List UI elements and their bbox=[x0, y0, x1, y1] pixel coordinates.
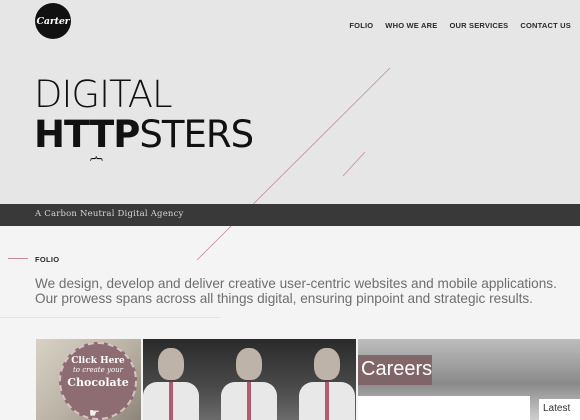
careers-label-box: Careers bbox=[358, 355, 432, 385]
hero-headline: DIGITAL HTTPSTERS bbox=[34, 73, 254, 156]
chocolate-tile[interactable]: Click Here to create your Chocolate ☛ bbox=[36, 339, 141, 420]
curly-brace-icon: { bbox=[88, 154, 104, 163]
headline-light-part: STERS bbox=[139, 113, 254, 156]
headline-line2: HTTPSTERS bbox=[34, 113, 254, 156]
tagline-text: A Carbon Neutral Digital Agency bbox=[35, 209, 184, 219]
headline-line1: DIGITAL bbox=[34, 73, 173, 116]
badge-top-text: Click Here bbox=[71, 356, 125, 366]
badge-sub-text: to create your bbox=[72, 366, 124, 374]
headline-bold-part: HTTP bbox=[34, 113, 140, 156]
person-figure bbox=[143, 342, 201, 420]
folio-accent-rule bbox=[8, 258, 28, 259]
team-photo-tile[interactable] bbox=[143, 339, 356, 420]
tagline-bar: A Carbon Neutral Digital Agency bbox=[0, 204, 580, 226]
folio-heading: FOLIO bbox=[35, 255, 60, 264]
nav-our-services[interactable]: OUR SERVICES bbox=[449, 21, 508, 30]
person-figure bbox=[297, 342, 356, 420]
nav-who-we-are[interactable]: WHO WE ARE bbox=[385, 21, 437, 30]
nav-folio[interactable]: FOLIO bbox=[349, 21, 373, 30]
latest-tab[interactable]: Latest bbox=[539, 399, 580, 420]
person-figure bbox=[219, 342, 279, 420]
intro-divider bbox=[0, 317, 220, 318]
main-nav: FOLIO WHO WE ARE OUR SERVICES CONTACT US bbox=[349, 21, 571, 30]
careers-title: Careers bbox=[361, 358, 433, 380]
chocolate-badge[interactable]: Click Here to create your Chocolate ☛ bbox=[59, 342, 137, 420]
nav-contact-us[interactable]: CONTACT US bbox=[520, 21, 571, 30]
careers-tile[interactable]: Careers Latest bbox=[358, 339, 580, 420]
pointing-hand-icon: ☛ bbox=[89, 406, 100, 420]
careers-panel bbox=[358, 396, 530, 420]
badge-main-text: Chocolate bbox=[67, 376, 129, 389]
folio-intro: We design, develop and deliver creative … bbox=[35, 276, 557, 306]
carter-logo[interactable]: Carter bbox=[35, 3, 71, 39]
hero-section: Carter FOLIO WHO WE ARE OUR SERVICES CON… bbox=[0, 0, 580, 204]
